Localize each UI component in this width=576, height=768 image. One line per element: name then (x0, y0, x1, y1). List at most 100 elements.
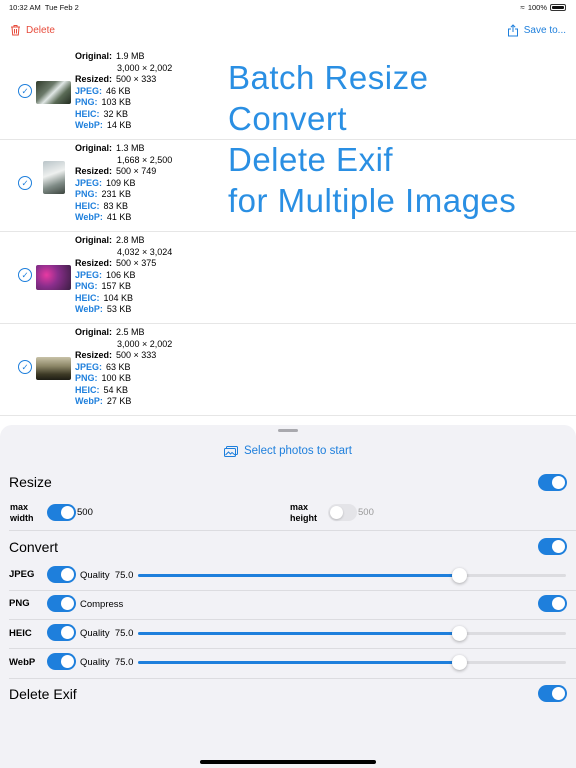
jpeg-toggle[interactable] (47, 566, 76, 583)
heic-quality-slider[interactable] (138, 626, 566, 641)
delete-exif-title: Delete Exif (9, 686, 77, 702)
image-info: Original: 1.3 MB 1,668 × 2,500 Resized: 50… (75, 143, 172, 224)
divider (9, 648, 576, 649)
png-toggle[interactable] (47, 595, 76, 612)
share-icon (507, 24, 518, 37)
png-label: PNG: (75, 281, 98, 291)
png-label: PNG: (75, 373, 98, 383)
resized-label: Resized: (75, 258, 113, 268)
delete-label: Delete (26, 24, 55, 36)
home-indicator (200, 760, 376, 764)
slider-knob[interactable] (452, 626, 467, 641)
checkmark-icon[interactable]: ✓ (18, 84, 32, 98)
jpeg-label: JPEG: (75, 85, 103, 96)
slider-knob[interactable] (452, 655, 467, 670)
heic-label: HEIC: (75, 384, 100, 395)
original-dimensions: 1,668 × 2,500 (117, 154, 173, 165)
checkmark-icon[interactable]: ✓ (18, 360, 32, 374)
select-photos-button[interactable]: Select photos to start (0, 445, 576, 457)
max-height-value[interactable]: 500 (358, 507, 374, 518)
max-height-label: max height (290, 502, 317, 523)
resized-dimensions: 500 × 333 (116, 74, 157, 84)
heic-label: HEIC: (75, 108, 100, 119)
image-info: Original: 2.5 MB 3,000 × 2,002 Resized: 50… (75, 327, 172, 408)
resized-label: Resized: (75, 166, 113, 176)
delete-button[interactable]: Delete (10, 24, 55, 36)
jpeg-label: JPEG: (75, 269, 103, 280)
original-dimensions: 3,000 × 2,002 (117, 62, 173, 73)
jpeg-size: 106 KB (106, 269, 136, 280)
png-format-label: PNG (9, 598, 30, 609)
png-compress-label: Compress (80, 599, 124, 610)
jpeg-label: JPEG: (75, 177, 103, 188)
resize-toggle[interactable] (538, 474, 567, 491)
divider (9, 590, 576, 591)
jpeg-label: JPEG: (75, 361, 103, 372)
settings-sheet: Select photos to start Resize max width 5… (0, 425, 576, 768)
jpeg-quality-slider[interactable] (138, 568, 566, 583)
slider-knob[interactable] (452, 568, 467, 583)
original-label: Original: (75, 327, 113, 337)
original-label: Original: (75, 143, 113, 153)
trash-icon (11, 25, 20, 36)
status-right: ≈ 100% (520, 3, 566, 12)
resized-dimensions: 500 × 375 (116, 258, 157, 268)
heic-toggle[interactable] (47, 624, 76, 641)
thumbnail-image (43, 161, 65, 194)
thumbnail-image (36, 81, 71, 104)
status-bar: 10:32 AM Tue Feb 2 ≈ 100% (0, 0, 576, 14)
sheet-grabber[interactable] (278, 429, 298, 432)
webp-size: 41 KB (106, 212, 132, 222)
delete-exif-toggle[interactable] (538, 685, 567, 702)
promo-text: Batch Resize Convert Delete Exif for Mul… (228, 57, 516, 221)
png-size: 231 KB (101, 189, 132, 199)
promo-line: for Multiple Images (228, 182, 517, 219)
divider (9, 619, 576, 620)
divider (9, 530, 576, 531)
checkmark-icon[interactable]: ✓ (18, 176, 32, 190)
heic-quality: Quality 75.0 (80, 628, 134, 639)
list-item[interactable]: ✓ Original: 2.8 MB 4,032 × 3,024 Resized:… (0, 232, 576, 324)
webp-toggle[interactable] (47, 653, 76, 670)
webp-label: WebP: (75, 396, 103, 406)
jpeg-size: 46 KB (106, 85, 131, 96)
promo-line: Delete Exif (228, 141, 394, 178)
battery-percent: 100% (527, 3, 547, 12)
save-to-button[interactable]: Save to... (507, 24, 566, 37)
png-label: PNG: (75, 189, 98, 199)
jpeg-quality: Quality 75.0 (80, 570, 134, 581)
battery-icon (550, 4, 566, 11)
resize-section-title: Resize (9, 474, 52, 490)
list-item[interactable]: ✓ Original: 2.5 MB 3,000 × 2,002 Resized:… (0, 324, 576, 416)
checkmark-icon[interactable]: ✓ (18, 268, 32, 282)
heic-label: HEIC: (75, 292, 100, 303)
thumbnail-image (36, 357, 71, 380)
max-width-value[interactable]: 500 (77, 507, 93, 518)
convert-section-title: Convert (9, 539, 59, 555)
heic-size: 32 KB (103, 108, 129, 119)
promo-line: Convert (228, 100, 348, 137)
webp-quality: Quality 75.0 (80, 657, 134, 668)
slider-fill (138, 661, 459, 664)
slider-fill (138, 574, 459, 577)
max-height-toggle[interactable] (328, 504, 357, 521)
original-dimensions: 4,032 × 3,024 (117, 246, 173, 257)
original-size: 1.9 MB (116, 51, 145, 61)
convert-toggle[interactable] (538, 538, 567, 555)
heic-size: 104 KB (103, 292, 134, 303)
save-to-label: Save to... (523, 25, 566, 36)
webp-label: WebP: (75, 212, 103, 222)
promo-line: Batch Resize (228, 59, 429, 96)
resized-label: Resized: (75, 74, 113, 84)
original-size: 2.5 MB (116, 327, 145, 337)
png-compress-toggle[interactable] (538, 595, 567, 612)
select-photos-label: Select photos to start (243, 445, 353, 457)
webp-quality-slider[interactable] (138, 655, 566, 670)
png-label: PNG: (75, 97, 98, 107)
resized-dimensions: 500 × 333 (116, 350, 157, 360)
max-width-toggle[interactable] (47, 504, 76, 521)
slider-fill (138, 632, 459, 635)
jpeg-format-label: JPEG (9, 569, 35, 580)
original-label: Original: (75, 235, 113, 245)
original-dimensions: 3,000 × 2,002 (117, 338, 173, 349)
